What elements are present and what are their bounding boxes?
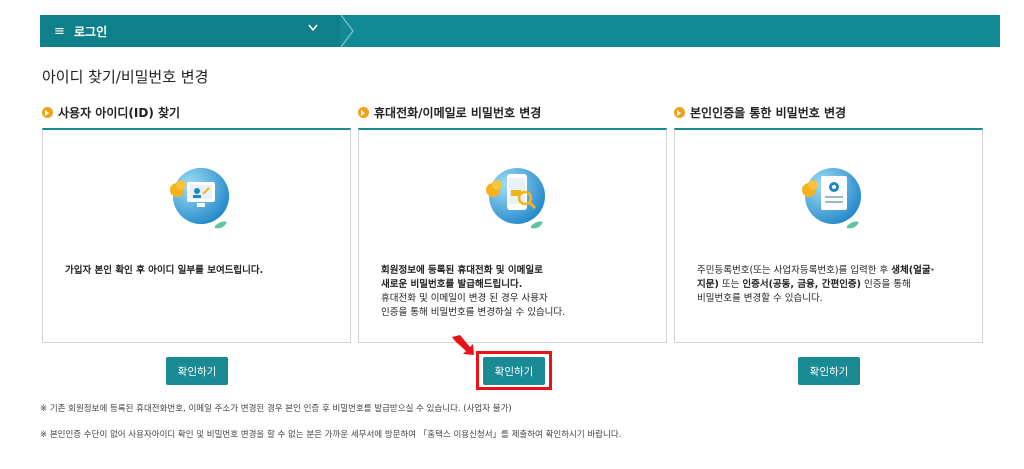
card-phone-email: 회원정보에 등록된 휴대전화 및 이메일로 새로운 비밀번호를 발급해드립니다.… [358, 128, 667, 343]
card-description: 회원정보에 등록된 휴대전화 및 이메일로 새로운 비밀번호를 발급해드립니다.… [381, 265, 566, 318]
note-phone-email-change: ※ 기존 회원정보에 등록된 휴대전화번호, 이메일 주소가 변경된 경우 본인… [40, 404, 512, 414]
confirm-phone-email-button[interactable]: 확인하기 [483, 357, 545, 385]
confirm-identity-auth-button[interactable]: 확인하기 [798, 357, 860, 385]
id-document-icon [802, 168, 861, 229]
section-title-identity-auth: 본인인증을 통한 비밀번호 변경 [674, 104, 846, 121]
card-find-id: 가입자 본인 확인 후 아이디 일부를 보여드립니다. [42, 128, 351, 343]
section-title-phone-email: 휴대전화/이메일로 비밀번호 변경 [358, 104, 541, 121]
note-visit-tax-office: ※ 본인인증 수단이 없어 사용자아이디 확인 및 비밀번호 변경을 할 수 없… [40, 430, 622, 440]
login-menu-dropdown[interactable]: ≡ 로그인 [40, 15, 340, 47]
chevron-down-icon [308, 24, 318, 35]
menu-label: 로그인 [74, 24, 108, 39]
breadcrumb-separator-icon [340, 15, 354, 47]
page-title: 아이디 찾기/비밀번호 변경 [42, 68, 209, 86]
phone-search-icon [486, 168, 545, 229]
confirm-find-id-button[interactable]: 확인하기 [166, 357, 228, 385]
pointer-arrow-icon [452, 335, 474, 355]
section-title-find-id: 사용자 아이디(ID) 찾기 [42, 104, 180, 121]
hamburger-icon: ≡ [54, 23, 65, 39]
card-identity-auth: 주민등록번호(또는 사업자등록번호)를 입력한 후 생체(얼굴· 지문) 또는 … [674, 128, 983, 343]
top-nav-bar: ≡ 로그인 [40, 15, 1000, 47]
monitor-user-icon [170, 168, 229, 229]
card-description: 주민등록번호(또는 사업자등록번호)를 입력한 후 생체(얼굴· 지문) 또는 … [697, 265, 935, 304]
card-description: 가입자 본인 확인 후 아이디 일부를 보여드립니다. [65, 265, 264, 276]
bullet-icon [42, 107, 53, 118]
bullet-icon [674, 107, 685, 118]
bullet-icon [358, 107, 369, 118]
